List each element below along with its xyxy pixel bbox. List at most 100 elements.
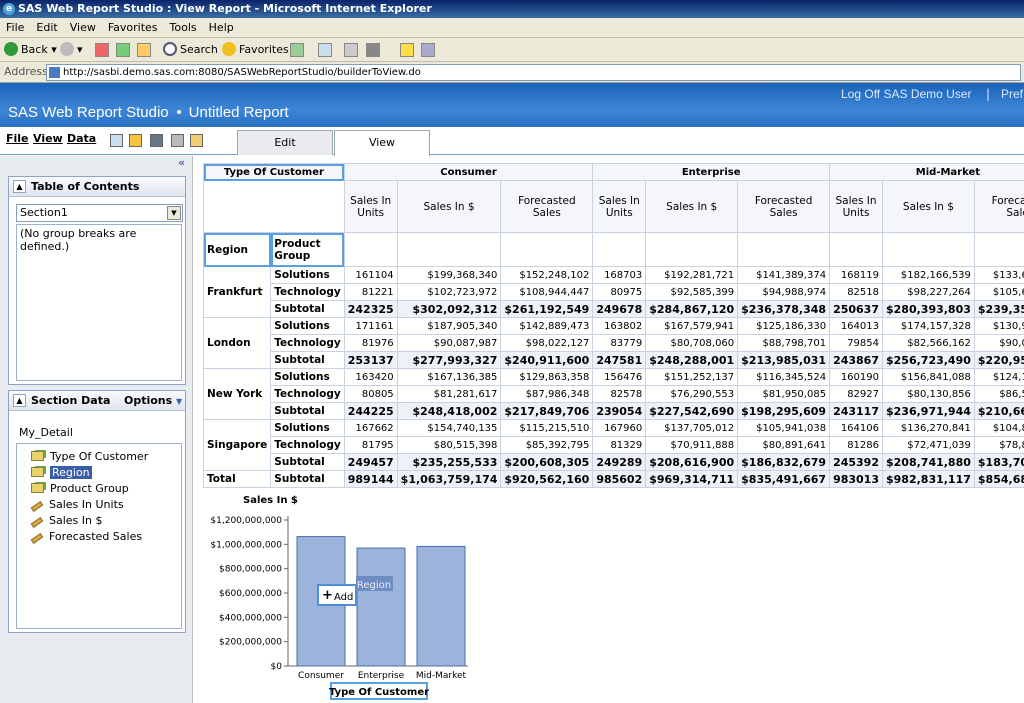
y-tick-label: $200,000,000 xyxy=(219,638,282,648)
product-label[interactable]: Technology xyxy=(270,283,345,301)
data-item-sales-in-units[interactable]: Sales In Units xyxy=(30,498,124,512)
options-menu[interactable]: Options ▼ xyxy=(124,391,182,411)
address-label: Address xyxy=(4,65,48,78)
corner-type-of-customer[interactable]: Type Of Customer xyxy=(203,163,345,181)
history-icon[interactable] xyxy=(290,43,304,57)
menu-view[interactable]: View xyxy=(64,18,102,38)
measure-header[interactable]: ForecastedSales xyxy=(737,180,831,233)
x-tick-label: Enterprise xyxy=(358,671,405,681)
discuss-icon[interactable] xyxy=(400,43,414,57)
search-button[interactable]: Search xyxy=(163,41,218,59)
edit-properties-icon[interactable] xyxy=(190,134,203,147)
region-label[interactable]: New York xyxy=(202,368,272,420)
product-label[interactable]: Solutions xyxy=(270,266,345,284)
data-item-region[interactable]: Region xyxy=(31,466,92,480)
value-cell: 249678 xyxy=(592,300,647,318)
save-icon[interactable] xyxy=(150,134,163,147)
print-report-icon[interactable] xyxy=(171,134,184,147)
measure-header[interactable]: Sales In Units xyxy=(829,180,883,233)
empty-cell xyxy=(829,232,883,267)
menu-file[interactable]: File xyxy=(0,18,30,38)
page-icon xyxy=(49,67,60,78)
product-label[interactable]: Solutions xyxy=(270,419,345,437)
chart-title: Sales In $ xyxy=(243,495,298,506)
new-report-icon[interactable] xyxy=(110,134,123,147)
value-cell: $182,166,539 xyxy=(882,266,975,284)
chevron-up-icon[interactable]: ▲ xyxy=(13,394,26,407)
measure-header[interactable]: Sales In $ xyxy=(396,180,502,233)
group-breaks-box: (No group breaks are defined.) xyxy=(16,224,182,381)
group-header[interactable]: Mid-Market xyxy=(829,163,1024,181)
app-menu-data[interactable]: Data xyxy=(67,132,96,145)
empty-cell xyxy=(973,232,1024,267)
value-cell: $277,993,327 xyxy=(396,351,502,369)
region-label[interactable]: Total xyxy=(202,470,272,488)
edit-icon[interactable] xyxy=(366,43,380,57)
home-icon[interactable] xyxy=(137,43,151,57)
bar-mid-market[interactable] xyxy=(416,545,466,667)
product-label[interactable]: Technology xyxy=(270,334,345,352)
section-select[interactable]: Section1 ▼ xyxy=(16,204,183,222)
value-cell: $125,186,330 xyxy=(737,317,831,335)
corner-product-group[interactable]: Product Group xyxy=(270,232,345,267)
forward-button[interactable]: ▾ xyxy=(60,41,83,59)
measure-header[interactable]: Sales In Units xyxy=(343,180,398,233)
y-tick-label: $400,000,000 xyxy=(219,613,282,623)
mail-icon[interactable] xyxy=(318,43,332,57)
measure-header[interactable]: Sales In Units xyxy=(592,180,647,233)
tab-view[interactable]: View xyxy=(334,130,430,156)
logoff-link[interactable]: Log Off SAS Demo User xyxy=(841,87,972,101)
add-drop-target[interactable]: + Add xyxy=(317,584,357,606)
product-label[interactable]: Solutions xyxy=(270,317,345,335)
stop-icon[interactable] xyxy=(95,43,109,57)
measure-header[interactable]: ForecastedSales xyxy=(500,180,594,233)
value-cell: 161104 xyxy=(343,266,398,284)
dropdown-arrow-icon[interactable]: ▼ xyxy=(167,206,181,220)
region-label[interactable]: London xyxy=(202,317,272,369)
back-button[interactable]: Back ▾ xyxy=(4,41,57,59)
region-label[interactable]: Singapore xyxy=(202,419,272,471)
product-label[interactable]: Subtotal xyxy=(270,453,345,471)
favorites-button[interactable]: Favorites xyxy=(222,41,289,59)
menu-help[interactable]: Help xyxy=(203,18,240,38)
app-menu-view[interactable]: View xyxy=(33,132,63,145)
value-cell: 167662 xyxy=(343,419,398,437)
refresh-icon[interactable] xyxy=(116,43,130,57)
measure-header[interactable]: Sales In $ xyxy=(882,180,975,233)
preferences-link[interactable]: Pref xyxy=(1001,87,1023,101)
product-label[interactable]: Technology xyxy=(270,385,345,403)
value-cell: $133,662,365 xyxy=(973,266,1024,284)
product-label[interactable]: Subtotal xyxy=(270,300,345,318)
menu-edit[interactable]: Edit xyxy=(30,18,63,38)
product-label[interactable]: Subtotal xyxy=(270,470,345,488)
address-input[interactable]: http://sasbi.demo.sas.com:8080/SASWebRep… xyxy=(46,64,1021,81)
print-icon[interactable] xyxy=(344,43,358,57)
group-header[interactable]: Enterprise xyxy=(592,163,831,181)
app-menu-file[interactable]: File xyxy=(6,132,29,145)
measure-header[interactable]: Sales In $ xyxy=(645,180,739,233)
data-item-forecasted-sales[interactable]: Forecasted Sales xyxy=(30,530,142,544)
product-label[interactable]: Solutions xyxy=(270,368,345,386)
corner-region[interactable]: Region xyxy=(202,232,272,267)
data-item-product-group[interactable]: Product Group xyxy=(31,482,129,496)
measure-header[interactable]: ForecastedSales xyxy=(973,180,1024,233)
data-item-type-of-customer[interactable]: Type Of Customer xyxy=(31,450,148,464)
menu-favorites[interactable]: Favorites xyxy=(102,18,164,38)
bar-enterprise[interactable] xyxy=(356,547,406,667)
menu-tools[interactable]: Tools xyxy=(164,18,203,38)
data-item-sales-in-dollars[interactable]: Sales In $ xyxy=(30,514,103,528)
messenger-icon[interactable] xyxy=(421,43,435,57)
product-label[interactable]: Technology xyxy=(270,436,345,454)
chevron-up-icon[interactable]: ▲ xyxy=(13,180,26,193)
open-folder-icon[interactable] xyxy=(129,134,142,147)
value-cell: $90,087,987 xyxy=(396,334,502,352)
value-cell: $72,471,039 xyxy=(882,436,975,454)
value-cell: $88,798,701 xyxy=(737,334,831,352)
region-label[interactable]: Frankfurt xyxy=(202,266,272,318)
collapse-panel-icon[interactable]: « xyxy=(178,156,185,169)
product-label[interactable]: Subtotal xyxy=(270,402,345,420)
value-cell: $115,215,510 xyxy=(500,419,594,437)
tab-edit[interactable]: Edit xyxy=(237,130,333,155)
product-label[interactable]: Subtotal xyxy=(270,351,345,369)
group-header[interactable]: Consumer xyxy=(343,163,594,181)
